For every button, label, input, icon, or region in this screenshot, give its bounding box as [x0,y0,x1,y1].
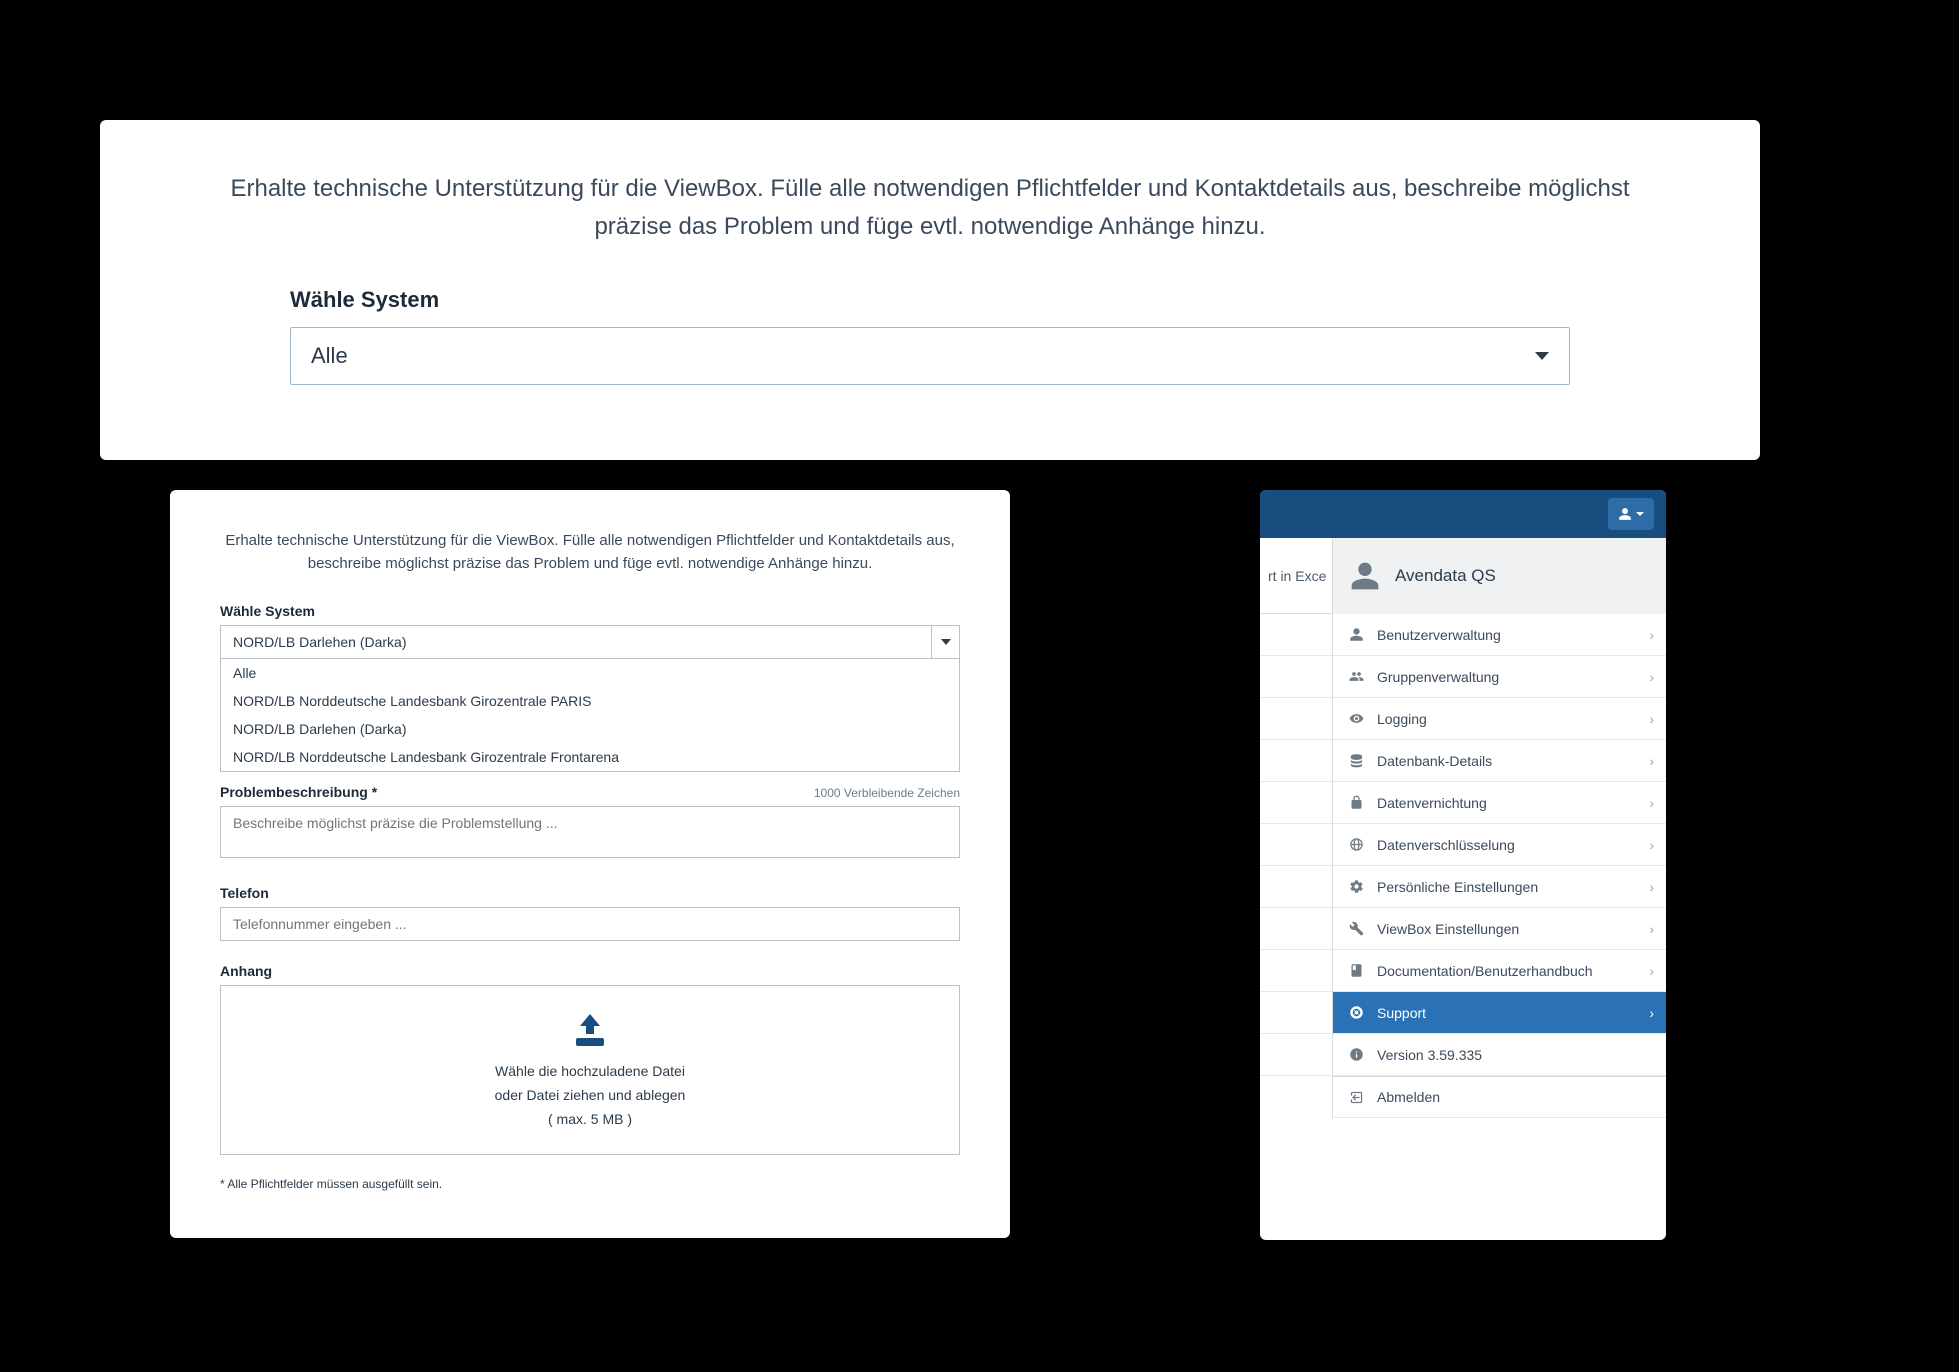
user-icon [1347,627,1365,642]
chevron-right-icon: › [1649,669,1654,685]
menu-item-label: Logging [1377,711,1427,727]
attachment-label: Anhang [220,963,960,979]
system-option[interactable]: NORD/LB Darlehen (Darka) [221,715,959,743]
chevron-right-icon: › [1649,921,1654,937]
menu-item-label: Datenvernichtung [1377,795,1487,811]
phone-input[interactable] [220,907,960,941]
system-option[interactable]: Alle [221,659,959,687]
menu-item-label: Abmelden [1377,1089,1440,1105]
chevron-down-icon [1636,512,1644,516]
menu-item-pers-nliche-einstellungen[interactable]: Persönliche Einstellungen › [1333,866,1666,908]
logout-icon [1347,1090,1365,1105]
info-icon [1347,1047,1365,1062]
chevron-right-icon: › [1649,879,1654,895]
wrench-icon [1347,921,1365,936]
menu-item-abmelden[interactable]: Abmelden [1333,1076,1666,1118]
dropdown-toggle[interactable] [931,626,959,658]
intro-text: Erhalte technische Unterstützung für die… [190,170,1670,247]
menu-item-datenvernichtung[interactable]: Datenvernichtung › [1333,782,1666,824]
system-select[interactable]: Alle [290,327,1570,385]
user-menu-card: rt in Exce Avendata QS Benutzerverwaltun… [1260,490,1666,1240]
book-icon [1347,963,1365,978]
menu-item-label: Persönliche Einstellungen [1377,879,1538,895]
menu-item-label: ViewBox Einstellungen [1377,921,1519,937]
chevron-down-icon [941,639,951,645]
support-intro-panel: Erhalte technische Unterstützung für die… [100,120,1760,460]
background-fragment: rt in Exce [1260,538,1332,614]
chevron-down-icon [1535,352,1549,360]
system-select-value: Alle [311,343,348,369]
menu-item-gruppenverwaltung[interactable]: Gruppenverwaltung › [1333,656,1666,698]
upload-hint-1: Wähle die hochzuladene Datei [495,1063,685,1079]
user-name: Avendata QS [1395,566,1496,586]
menu-item-label: Datenverschlüsselung [1377,837,1515,853]
lock-icon [1347,795,1365,810]
gear-icon [1347,879,1365,894]
menu-item-viewbox-einstellungen[interactable]: ViewBox Einstellungen › [1333,908,1666,950]
description-label: Problembeschreibung * [220,784,377,800]
menu-item-label: Benutzerverwaltung [1377,627,1501,643]
upload-icon [570,1014,610,1051]
menu-item-label: Version 3.59.335 [1377,1047,1482,1063]
user-icon [1618,507,1632,521]
user-menu-toggle[interactable] [1608,498,1654,530]
upload-hint-2: oder Datei ziehen und ablegen [495,1087,686,1103]
menu-item-label: Support [1377,1005,1426,1021]
chevron-right-icon: › [1649,795,1654,811]
group-icon [1347,669,1365,684]
menu-item-logging[interactable]: Logging › [1333,698,1666,740]
menu-item-datenbank-details[interactable]: Datenbank-Details › [1333,740,1666,782]
globe-icon [1347,837,1365,852]
menu-item-label: Gruppenverwaltung [1377,669,1499,685]
file-upload-dropzone[interactable]: Wähle die hochzuladene Datei oder Datei … [220,985,960,1155]
description-textarea[interactable] [220,806,960,858]
char-count: 1000 Verbleibende Zeichen [814,786,960,800]
system-select-small[interactable]: NORD/LB Darlehen (Darka) [220,625,960,659]
user-icon [1349,560,1381,592]
system-options-list: Alle NORD/LB Norddeutsche Landesbank Gir… [220,659,960,772]
intro-text-small: Erhalte technische Unterstützung für die… [220,530,960,575]
menu-item-label: Documentation/Benutzerhandbuch [1377,963,1593,979]
phone-label: Telefon [220,885,960,901]
menu-item-support[interactable]: Support › [1333,992,1666,1034]
life-icon [1347,1005,1365,1020]
background-lines [1260,614,1332,1076]
menu-item-benutzerverwaltung[interactable]: Benutzerverwaltung › [1333,614,1666,656]
system-label: Wähle System [220,603,960,619]
db-icon [1347,753,1365,768]
menu-list: Benutzerverwaltung›Gruppenverwaltung›Log… [1332,614,1666,1118]
system-option[interactable]: NORD/LB Norddeutsche Landesbank Girozent… [221,743,959,771]
system-option[interactable]: NORD/LB Norddeutsche Landesbank Girozent… [221,687,959,715]
required-footnote: * Alle Pflichtfelder müssen ausgefüllt s… [220,1177,960,1191]
header-bar [1260,490,1666,538]
menu-user-header: Avendata QS [1332,538,1666,614]
upload-hint-3: ( max. 5 MB ) [548,1111,632,1127]
chevron-right-icon: › [1649,711,1654,727]
chevron-right-icon: › [1649,1005,1654,1021]
menu-item-datenverschl-sselung[interactable]: Datenverschlüsselung › [1333,824,1666,866]
menu-item-label: Datenbank-Details [1377,753,1492,769]
system-label: Wähle System [290,287,1670,313]
chevron-right-icon: › [1649,753,1654,769]
chevron-right-icon: › [1649,627,1654,643]
menu-item-documentation-benutzerhandbuch[interactable]: Documentation/Benutzerhandbuch › [1333,950,1666,992]
support-form-card: Erhalte technische Unterstützung für die… [170,490,1010,1238]
chevron-right-icon: › [1649,837,1654,853]
chevron-right-icon: › [1649,963,1654,979]
eye-icon [1347,711,1365,726]
system-select-value: NORD/LB Darlehen (Darka) [233,634,407,650]
menu-item-version-3-59-335[interactable]: Version 3.59.335 [1333,1034,1666,1076]
